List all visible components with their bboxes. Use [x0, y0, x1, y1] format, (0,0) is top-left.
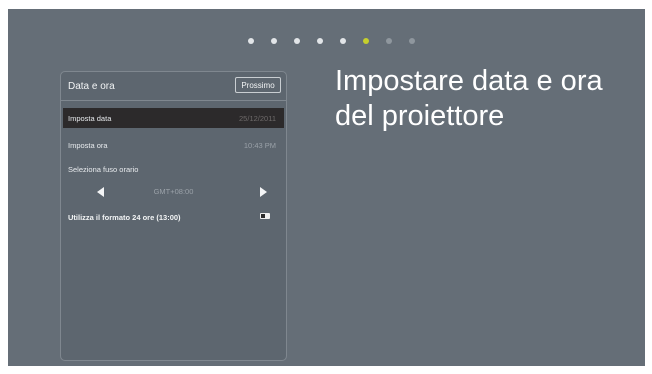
set-time-value: 10:43 PM [243, 141, 276, 150]
page-dot [409, 38, 415, 44]
timezone-value: GMT+08:00 [153, 187, 194, 196]
set-date-label: Imposta data [68, 114, 112, 123]
set-date-value: 25/12/2011 [239, 114, 276, 123]
panel-header: Data e ora Prossimo [61, 72, 286, 101]
page-dot [317, 38, 323, 44]
timezone-label: Seleziona fuso orario [68, 165, 139, 174]
set-time-label: Imposta ora [68, 141, 108, 150]
page-indicator [248, 36, 415, 46]
next-button[interactable]: Prossimo [235, 77, 281, 93]
set-date-row[interactable]: Imposta data 25/12/2011 [63, 108, 284, 128]
page-heading: Impostare data e ora del proiettore [335, 65, 603, 132]
page-dot [340, 38, 346, 44]
page-dot [294, 38, 300, 44]
page-dot [386, 38, 392, 44]
panel-title: Data e ora [68, 81, 115, 92]
arrow-right-icon[interactable] [260, 187, 267, 197]
page-dot [271, 38, 277, 44]
setup-screen: Data e ora Prossimo Imposta data 25/12/2… [8, 9, 645, 366]
page-dot-active [363, 38, 369, 44]
date-time-panel: Data e ora Prossimo Imposta data 25/12/2… [60, 71, 287, 361]
set-time-row[interactable]: Imposta ora 10:43 PM [63, 135, 284, 155]
24h-format-label: Utilizza il formato 24 ore (13:00) [68, 213, 181, 222]
24h-format-toggle[interactable] [260, 213, 270, 219]
page-dot [248, 38, 254, 44]
timezone-selector: GMT+08:00 [61, 184, 286, 200]
